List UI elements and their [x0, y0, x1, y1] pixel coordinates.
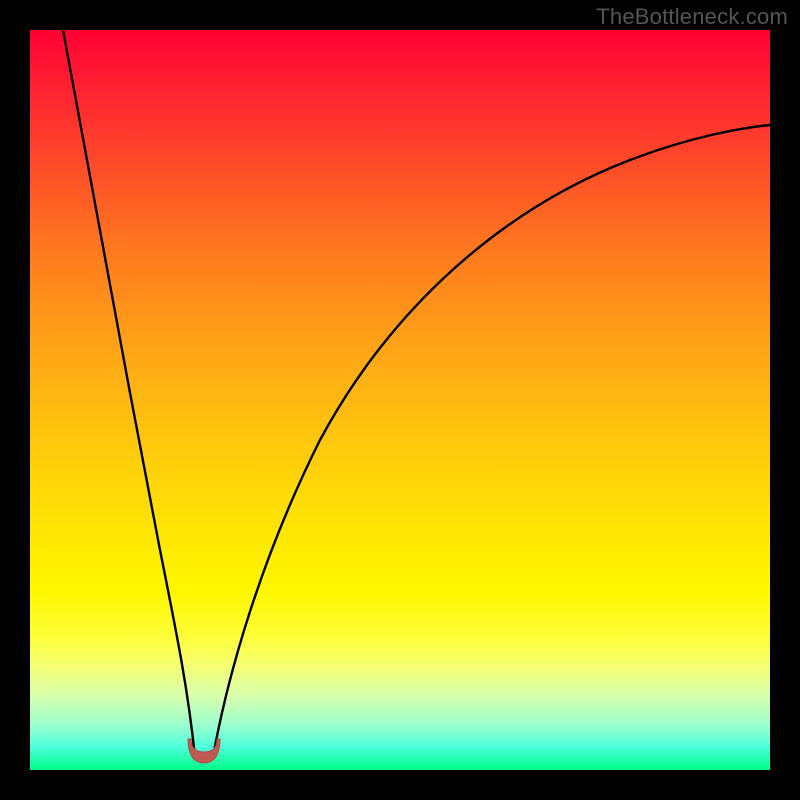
right-branch-curve [213, 125, 770, 757]
left-branch-curve [63, 30, 195, 757]
chart-frame: TheBottleneck.com [0, 0, 800, 800]
watermark-text: TheBottleneck.com [596, 4, 788, 30]
curve-layer [30, 30, 770, 770]
plot-area [30, 30, 770, 770]
